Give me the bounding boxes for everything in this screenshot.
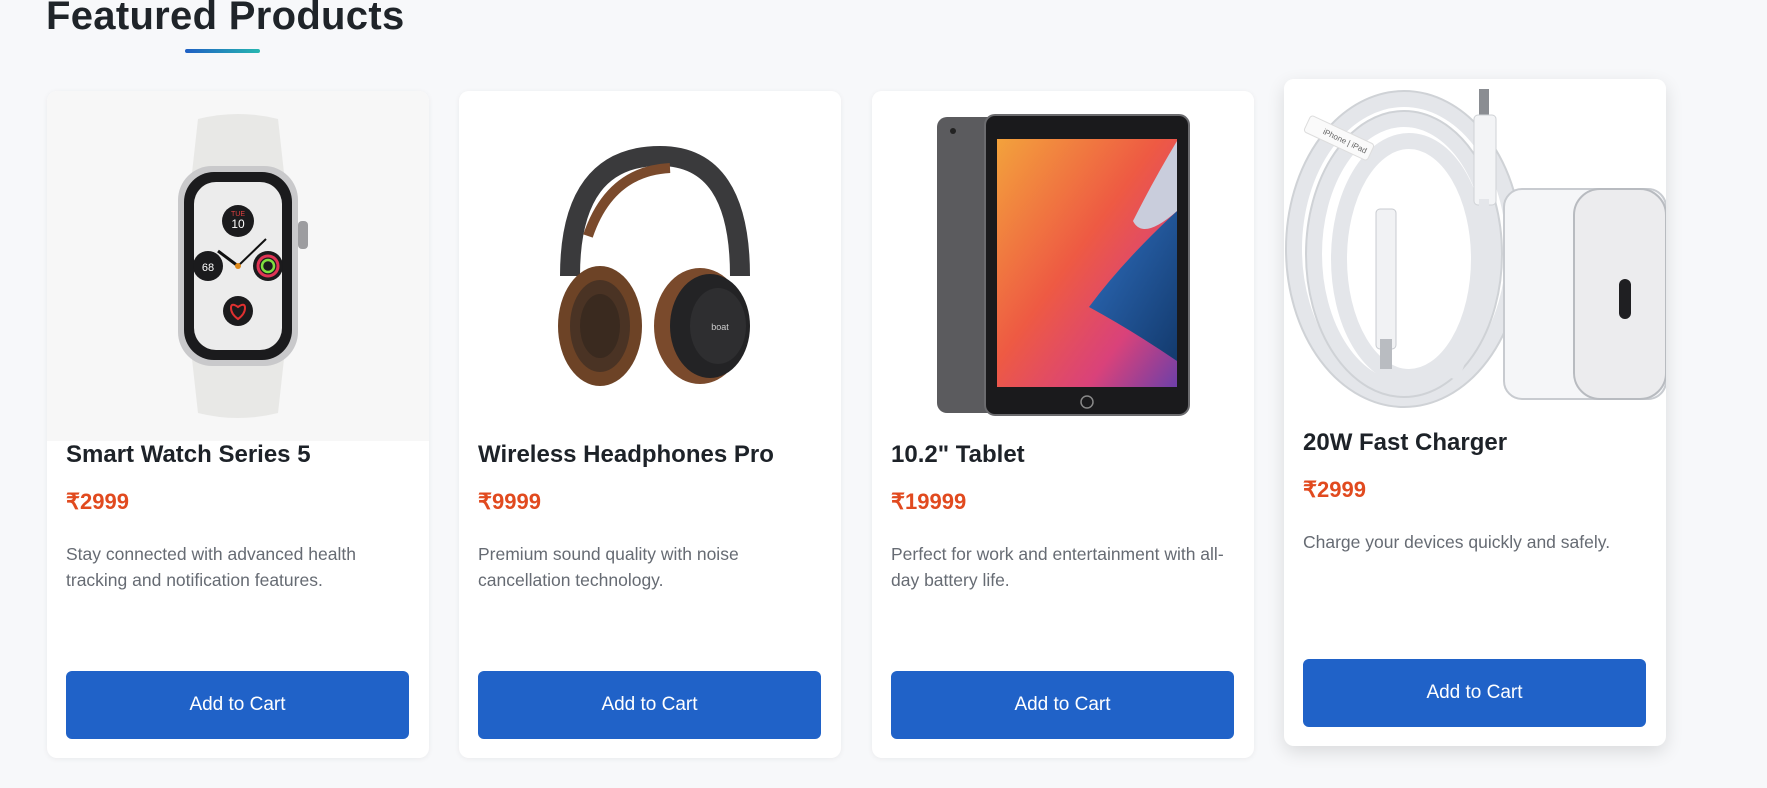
product-card-charger: iPhone | iPad 20W Fast Charger ₹2999 Cha…	[1284, 79, 1666, 746]
product-description: Perfect for work and entertainment with …	[891, 544, 1224, 590]
product-name: 20W Fast Charger	[1303, 429, 1508, 456]
charger-image[interactable]: iPhone | iPad	[1284, 79, 1666, 409]
svg-text:10: 10	[231, 217, 245, 231]
add-to-cart-button[interactable]: Add to Cart	[478, 671, 821, 739]
tablet-image[interactable]	[872, 91, 1254, 441]
product-card-headphones: boat Wireless Headphones Pro ₹9999 Premi…	[459, 91, 841, 758]
add-to-cart-button[interactable]: Add to Cart	[891, 671, 1234, 739]
product-card-smart-watch: TUE 10 68 Smart Watch Series 5 ₹2999 Sta…	[47, 91, 429, 758]
product-price: ₹9999	[478, 489, 541, 514]
product-name: Smart Watch Series 5	[66, 441, 311, 468]
product-description: Charge your devices quickly and safely.	[1303, 532, 1611, 552]
product-card-tablet: 10.2" Tablet ₹19999 Perfect for work and…	[872, 91, 1254, 758]
product-price: ₹2999	[1303, 477, 1366, 502]
headphones-image[interactable]: boat	[459, 91, 841, 441]
product-name: Wireless Headphones Pro	[478, 441, 774, 468]
smartwatch-image[interactable]: TUE 10 68	[47, 91, 429, 441]
title-underline	[185, 49, 260, 53]
product-description: Stay connected with advanced health trac…	[66, 544, 356, 590]
svg-text:68: 68	[202, 262, 214, 274]
add-to-cart-button[interactable]: Add to Cart	[1303, 659, 1646, 727]
product-description: Premium sound quality with noise cancell…	[478, 544, 739, 590]
product-name: 10.2" Tablet	[891, 441, 1025, 468]
section-title: Featured Products	[46, 0, 405, 38]
svg-text:boat: boat	[711, 322, 729, 332]
product-price: ₹2999	[66, 489, 129, 514]
product-price: ₹19999	[891, 489, 967, 514]
add-to-cart-button[interactable]: Add to Cart	[66, 671, 409, 739]
